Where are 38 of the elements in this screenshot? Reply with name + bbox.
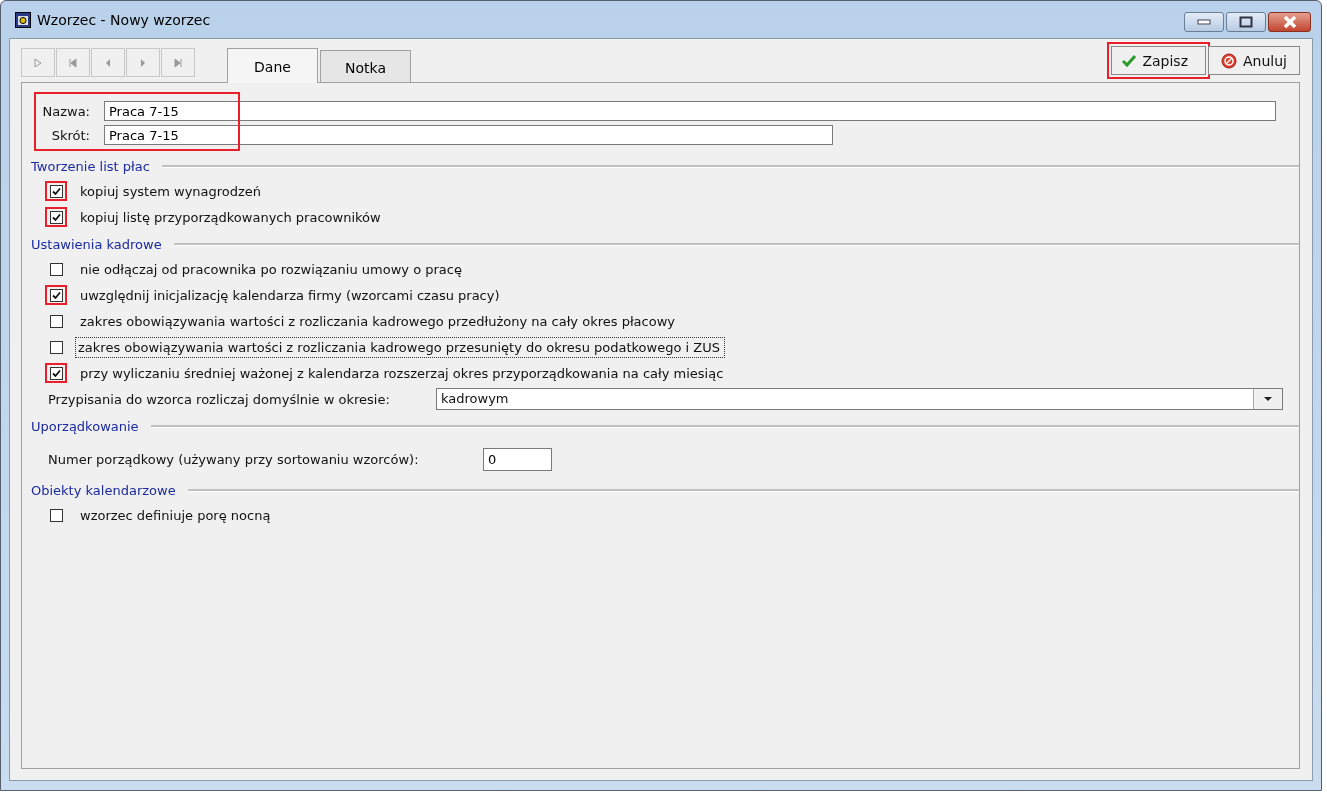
checkbox-label[interactable]: wzorzec definiuje porę nocną (77, 504, 274, 526)
maximize-icon (1239, 16, 1253, 28)
field-label: Skrót: (50, 127, 90, 143)
section-title: Ustawienia kadrowe (31, 237, 162, 252)
window-title: Wzorzec - Nowy wzorzec (37, 11, 211, 28)
checkbox[interactable] (49, 262, 63, 276)
field-label: Przypisania do wzorca rozliczaj domyślnie w okresie: (48, 391, 391, 407)
dropdown[interactable]: kadrowym (436, 388, 1283, 410)
text-field[interactable]: Praca 7-15 (104, 125, 833, 145)
close-icon (1281, 15, 1298, 29)
checkbox[interactable] (49, 508, 63, 522)
checkbox-label[interactable]: zakres obowiązywania wartości z rozliczania kadrowego przesunięty do okresu podatkowego i ZUS (75, 336, 725, 358)
tab[interactable]: Notka (320, 50, 411, 82)
maximize-button[interactable] (1226, 12, 1266, 32)
dropdown-arrow-icon (1264, 397, 1272, 401)
text-field[interactable]: Praca 7-15 (104, 101, 1276, 121)
section-title: Tworzenie list płac (31, 159, 150, 174)
minimize-button[interactable] (1184, 12, 1224, 32)
checkmark-icon (1122, 54, 1137, 67)
cancel-button[interactable]: Anuluj (1208, 46, 1300, 75)
prohibited-icon (1221, 52, 1237, 69)
minimize-icon (1197, 19, 1211, 25)
close-button[interactable] (1268, 12, 1311, 32)
tab[interactable]: Dane (227, 48, 318, 83)
checkbox[interactable] (49, 340, 63, 354)
checkbox-label[interactable]: kopiuj listę przyporządkowanych pracowników (77, 206, 384, 228)
field-label: Numer porządkowy (używany przy sortowaniu wzorców): (48, 451, 420, 467)
app-icon (15, 11, 31, 28)
checkbox-label[interactable]: przy wyliczaniu średniej ważonej z kalendarza rozszerzaj okres przyporządkowania na cały miesiąc (77, 362, 727, 384)
checkbox[interactable] (49, 314, 63, 328)
checkbox-label[interactable]: uwzględnij inicjalizację kalendarza firmy (wzorcami czasu pracy) (77, 284, 503, 306)
checkbox-label[interactable]: zakres obowiązywania wartości z rozliczania kadrowego przedłużony na cały okres płacowy (77, 310, 678, 332)
number-field[interactable]: 0 (483, 447, 552, 471)
field-label: Nazwa: (41, 103, 90, 119)
checkbox-label[interactable]: nie odłączaj od pracownika po rozwiązaniu umowy o pracę (77, 258, 465, 280)
checkbox-label[interactable]: kopiuj system wynagrodzeń (77, 180, 265, 202)
section-title: Obiekty kalendarzowe (31, 483, 176, 498)
section-title: Uporządkowanie (31, 419, 139, 434)
